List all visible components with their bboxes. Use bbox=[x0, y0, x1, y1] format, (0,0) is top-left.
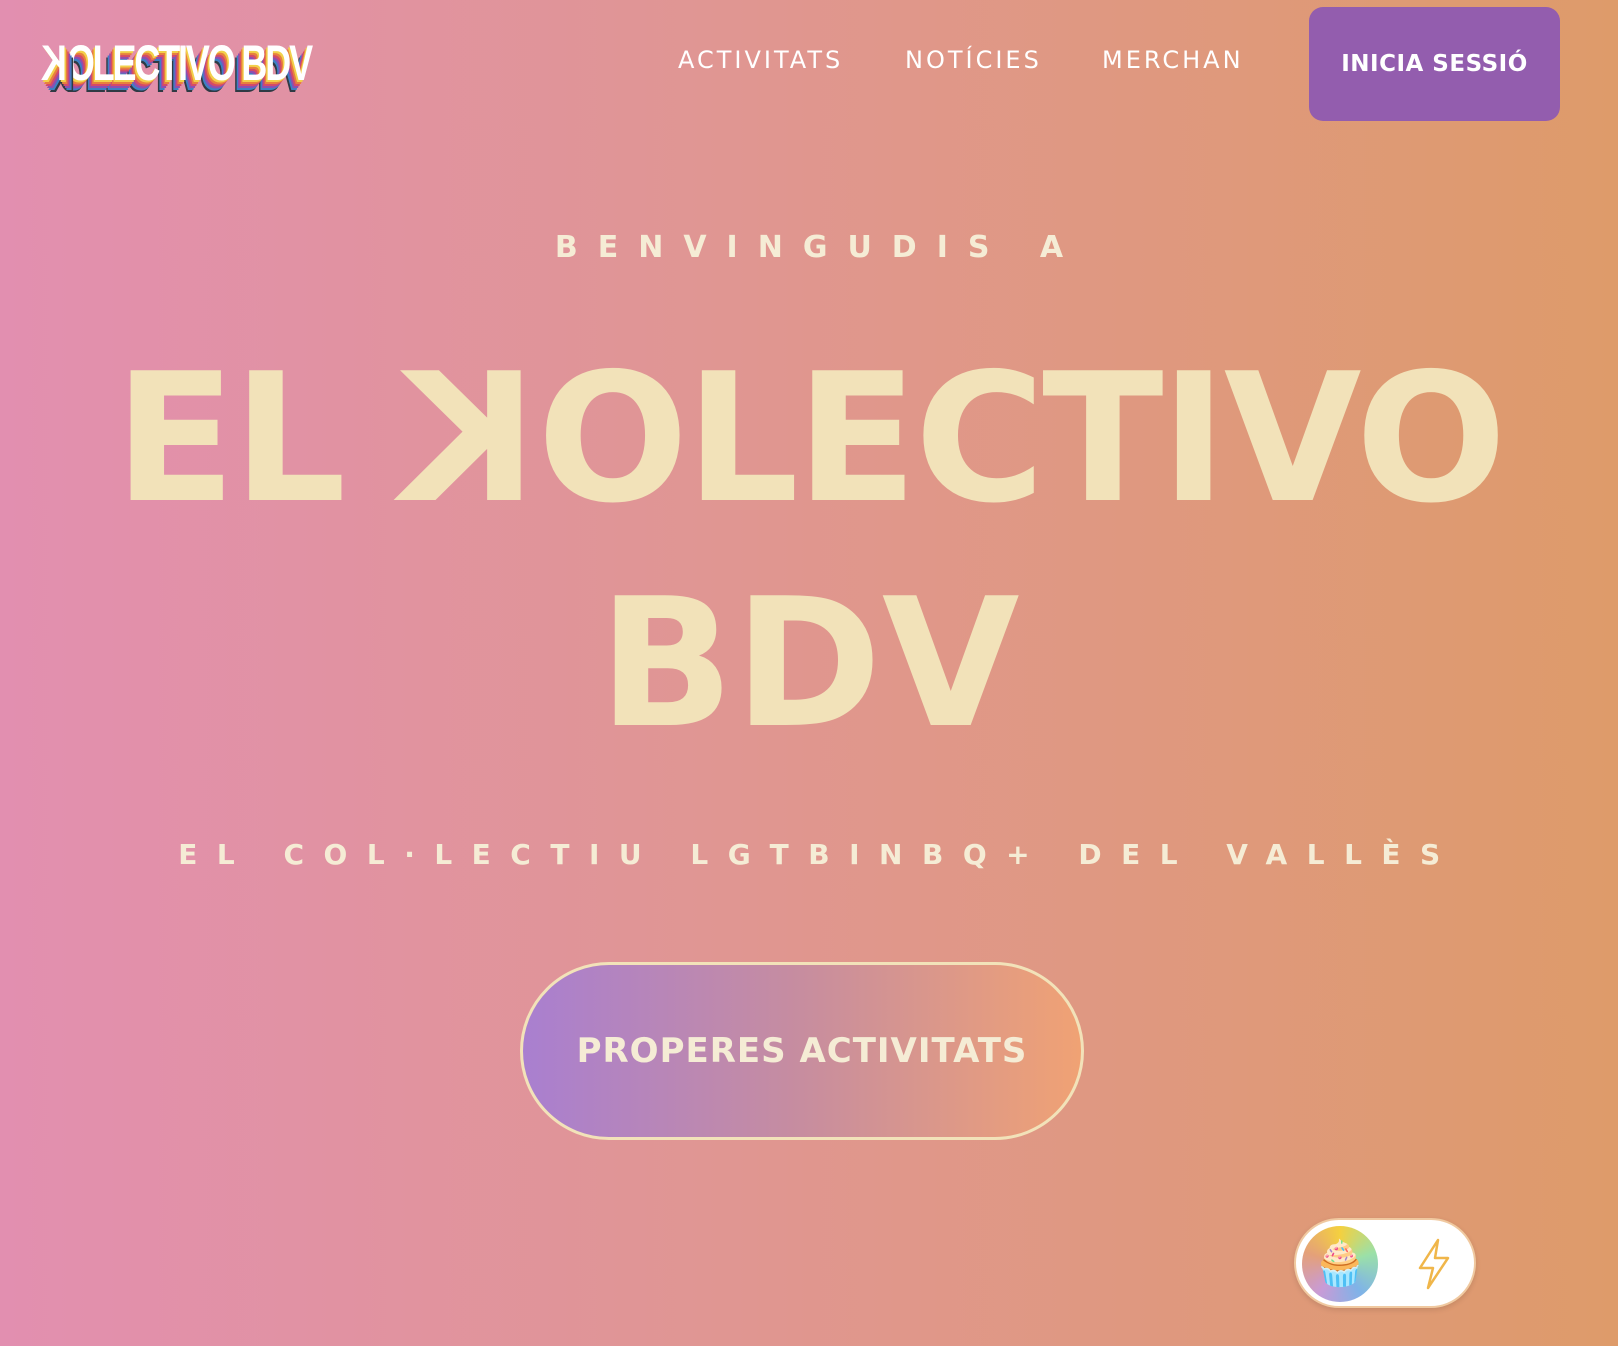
login-button[interactable]: INICIA SESSIÓ bbox=[1309, 7, 1560, 121]
hero-title-line-1: EL KOLECTIVO bbox=[0, 335, 1618, 542]
hero-subtitle: EL COL·LECTIU LGTBINBQ+ DEL VALLÈS bbox=[178, 838, 1460, 871]
hero-title-mirrored-k: K bbox=[402, 335, 538, 542]
site-logo[interactable]: KOLECTIVO BDV bbox=[43, 30, 373, 96]
nav-link-noticies[interactable]: NOTÍCIES bbox=[905, 46, 1042, 74]
hero-title-line-2: BDV bbox=[598, 560, 1020, 767]
nav-link-merchan[interactable]: MERCHAN bbox=[1102, 46, 1244, 74]
theme-toggle[interactable]: 🧁 bbox=[1294, 1218, 1476, 1308]
login-button-label: INICIA SESSIÓ bbox=[1341, 51, 1528, 77]
logo-mirrored-k: K bbox=[43, 35, 67, 91]
logo-text: KOLECTIVO BDV bbox=[43, 34, 313, 92]
cupcake-icon: 🧁 bbox=[1302, 1226, 1378, 1302]
upcoming-activities-button[interactable]: PROPERES ACTIVITATS bbox=[520, 962, 1084, 1140]
logo-text-rest: OLECTIVO BDV bbox=[66, 35, 313, 91]
lightning-icon bbox=[1404, 1234, 1464, 1294]
upcoming-activities-label: PROPERES ACTIVITATS bbox=[576, 1031, 1028, 1071]
hero-title-rest: OLECTIVO bbox=[537, 335, 1507, 542]
hero-title-prefix: EL bbox=[114, 335, 403, 542]
welcome-text: BENVINGUDIS A bbox=[554, 230, 1084, 265]
nav-link-activitats[interactable]: ACTIVITATS bbox=[678, 46, 843, 74]
